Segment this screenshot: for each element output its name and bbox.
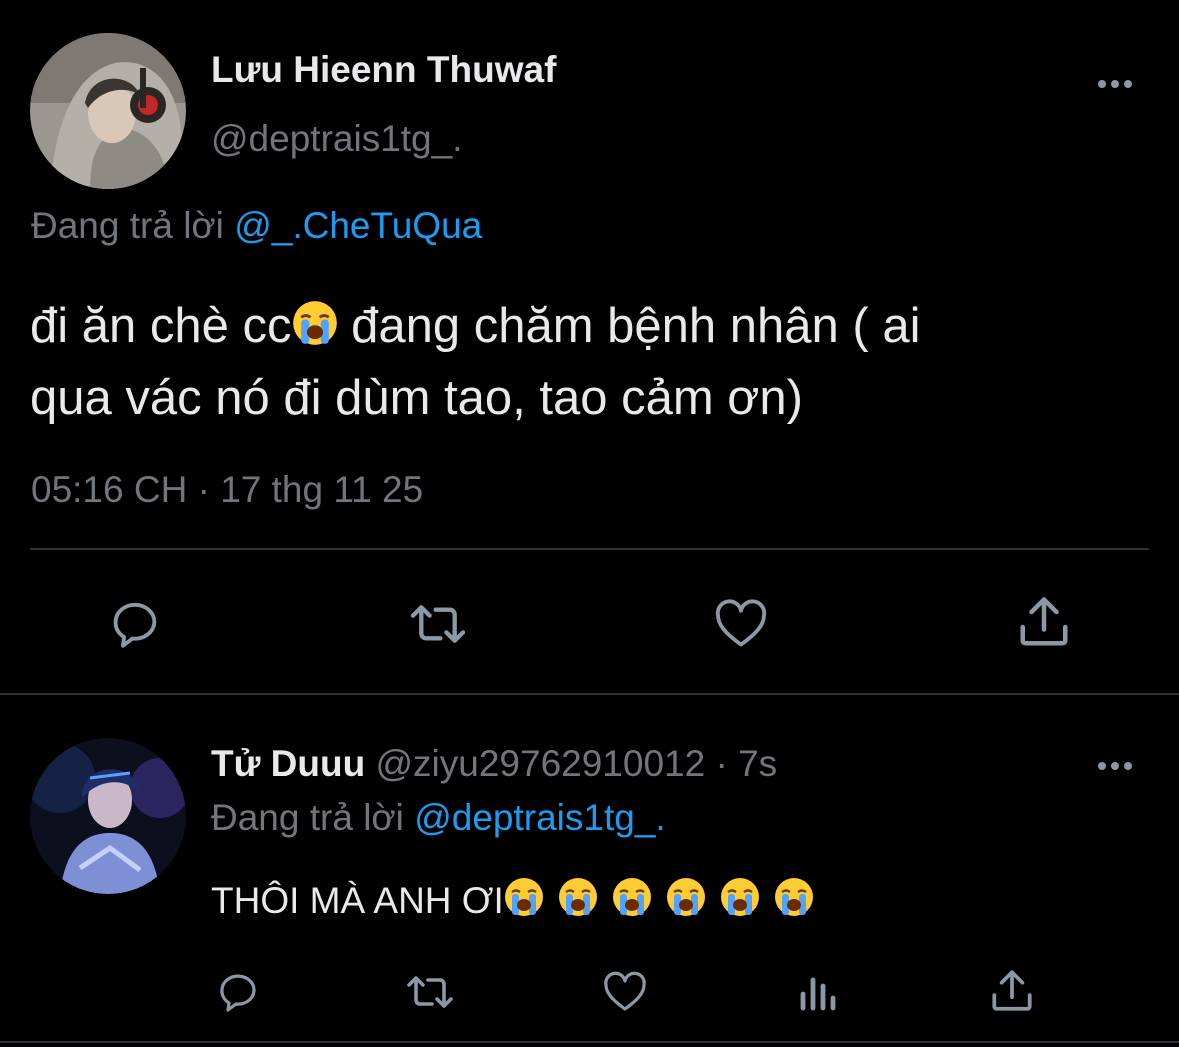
emoji-row	[504, 877, 814, 921]
replying-to: Đang trả lời @_.CheTuQua	[31, 204, 482, 248]
divider	[0, 693, 1179, 695]
replying-to-label: Đang trả lời	[31, 205, 224, 246]
divider	[30, 548, 1149, 550]
timestamp[interactable]: 05:16 CH · 17 thg 11 25	[31, 468, 423, 512]
divider	[0, 1041, 1179, 1043]
avatar[interactable]	[30, 738, 186, 894]
share-icon[interactable]	[987, 966, 1037, 1016]
handle-and-time[interactable]: @ziyu29762910012 · 7s	[375, 743, 777, 784]
loudly-crying-face-icon	[720, 877, 760, 917]
loudly-crying-face-icon	[558, 877, 598, 917]
reply-icon[interactable]	[106, 595, 164, 653]
reply-header: Tử Duuu @ziyu29762910012 · 7s	[211, 742, 777, 786]
like-icon[interactable]	[711, 595, 771, 653]
more-options-icon[interactable]	[1098, 762, 1132, 770]
display-name[interactable]: Tử Duuu	[211, 743, 365, 784]
retweet-icon[interactable]	[407, 595, 469, 653]
views-icon[interactable]	[797, 968, 841, 1016]
replying-to-handle[interactable]: @deptrais1tg_.	[414, 797, 665, 838]
reply-icon[interactable]	[214, 968, 262, 1016]
retweet-icon[interactable]	[403, 968, 457, 1016]
replying-to-label: Đang trả lời	[211, 797, 404, 838]
tweet-text: đi ăn chè cc đang chăm bệnh nhân ( ai qu…	[30, 290, 920, 434]
more-options-icon[interactable]	[1098, 80, 1132, 88]
loudly-crying-face-icon	[666, 877, 706, 917]
like-icon[interactable]	[600, 968, 650, 1016]
share-icon[interactable]	[1014, 592, 1074, 652]
loudly-crying-face-icon	[292, 300, 338, 346]
loudly-crying-face-icon	[612, 877, 652, 917]
replying-to-handle[interactable]: @_.CheTuQua	[234, 205, 482, 246]
replying-to: Đang trả lời @deptrais1tg_.	[211, 796, 666, 840]
loudly-crying-face-icon	[504, 877, 544, 917]
handle[interactable]: @deptrais1tg_.	[211, 117, 462, 161]
avatar[interactable]	[30, 33, 186, 189]
tweet-text-line-2: qua vác nó đi dùm tao, tao cảm ơn)	[30, 371, 803, 425]
tweet-text: THÔI MÀ ANH ƠI	[211, 876, 814, 926]
loudly-crying-face-icon	[774, 877, 814, 917]
tweet-text-line-1: đi ăn chè cc đang chăm bệnh nhân ( ai	[30, 299, 921, 353]
display-name[interactable]: Lưu Hieenn Thuwaf	[211, 48, 556, 92]
